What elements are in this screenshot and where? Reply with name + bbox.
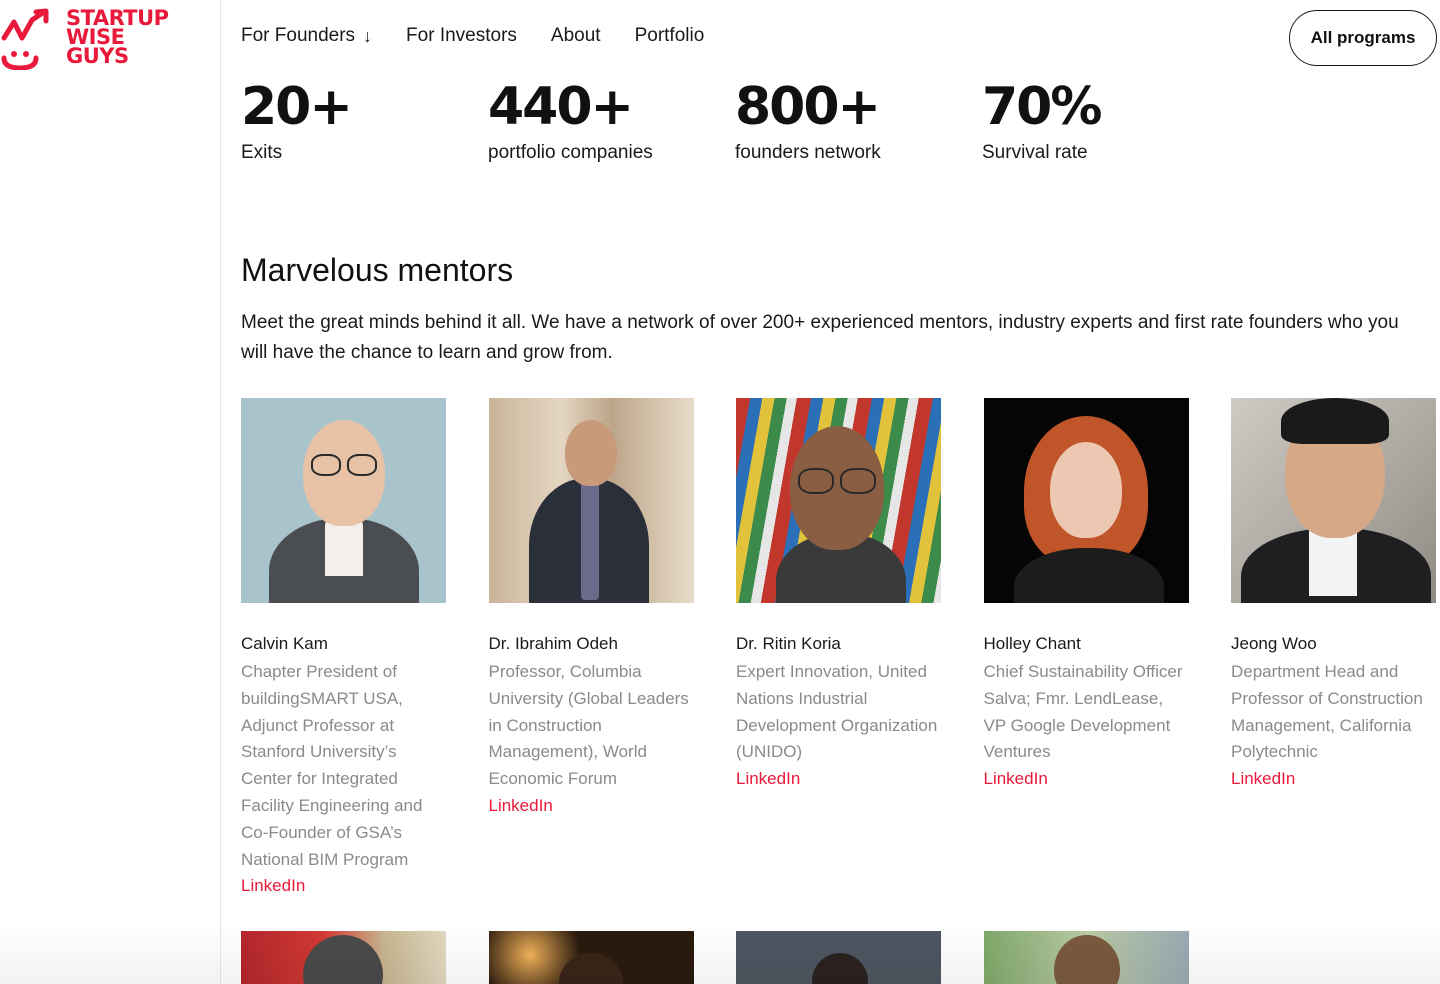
- mentor-grid: Calvin Kam Chapter President of building…: [241, 398, 1436, 900]
- linkedin-link[interactable]: LinkedIn: [241, 873, 446, 900]
- stat-value: 800+: [735, 77, 881, 137]
- stat-label: founders network: [735, 142, 881, 163]
- startup-wise-guys-logo[interactable]: STARTUP WISE GUYS: [0, 8, 169, 70]
- stat-portfolio: 440+ portfolio companies: [488, 78, 735, 164]
- stat-survival: 70% Survival rate: [982, 78, 1229, 164]
- stat-exits: 20+ Exits: [241, 78, 488, 164]
- mentor-photo: [488, 931, 694, 984]
- nav-portfolio[interactable]: Portfolio: [635, 25, 705, 47]
- mentor-photo: [736, 931, 941, 984]
- stat-founders: 800+ founders network: [735, 78, 982, 164]
- nav-for-founders[interactable]: For Founders ↓: [241, 25, 372, 47]
- sidebar: STARTUP WISE GUYS: [0, 0, 221, 984]
- mentors-description: Meet the great minds behind it all. We h…: [241, 312, 1399, 363]
- mentors-heading: Marvelous mentors: [241, 252, 514, 288]
- linkedin-link[interactable]: LinkedIn: [984, 766, 1189, 793]
- mentor-photo: [1231, 398, 1436, 603]
- stat-value: 70%: [982, 77, 1102, 137]
- mentor-role: Expert Innovation, United Nations Indust…: [736, 662, 938, 762]
- logo-mark-icon: [1, 8, 49, 70]
- mentor-photo: [983, 398, 1189, 603]
- mentor-photo: [241, 398, 446, 603]
- nav-for-investors[interactable]: For Investors: [406, 25, 517, 47]
- linkedin-link[interactable]: LinkedIn: [489, 793, 694, 820]
- stats-section: 20+ Exits 440+ portfolio companies 800+ …: [241, 78, 1229, 164]
- stat-label: Exits: [241, 142, 283, 163]
- main-nav: For Founders ↓ For Investors About Portf…: [241, 25, 738, 47]
- mentor-name: Jeong Woo: [1231, 634, 1317, 653]
- mentor-card: Calvin Kam Chapter President of building…: [241, 398, 446, 900]
- nav-about[interactable]: About: [551, 25, 601, 47]
- mentor-card: Dr. Ibrahim Odeh Professor, Columbia Uni…: [488, 398, 694, 900]
- mentor-name: Calvin Kam: [241, 634, 328, 653]
- mentor-card: Holley Chant Chief Sustainability Office…: [983, 398, 1189, 900]
- mentor-photo: [241, 931, 446, 984]
- mentor-role: Chapter President of buildingSMART USA, …: [241, 662, 423, 869]
- mentor-photo: [736, 398, 941, 603]
- linkedin-link[interactable]: LinkedIn: [736, 766, 941, 793]
- mentor-role: Department Head and Professor of Constru…: [1231, 662, 1423, 762]
- stat-value: 440+: [488, 77, 634, 137]
- mentor-card: Jeong Woo Department Head and Professor …: [1231, 398, 1436, 900]
- mentor-role: Chief Sustainability Officer Salva; Fmr.…: [983, 662, 1183, 762]
- all-programs-button[interactable]: All programs: [1289, 10, 1437, 66]
- arrow-down-icon: ↓: [363, 25, 373, 46]
- mentor-grid-next-row: [241, 931, 1231, 984]
- mentor-role: Professor, Columbia University (Global L…: [488, 662, 689, 789]
- mentor-photo: [983, 931, 1189, 984]
- stat-value: 20+: [241, 77, 353, 137]
- stat-label: portfolio companies: [488, 142, 653, 163]
- linkedin-link[interactable]: LinkedIn: [1231, 766, 1436, 793]
- mentor-name: Holley Chant: [983, 634, 1081, 653]
- mentor-name: Dr. Ibrahim Odeh: [488, 634, 618, 653]
- mentor-card: Dr. Ritin Koria Expert Innovation, Unite…: [736, 398, 941, 900]
- mentor-photo: [488, 398, 694, 603]
- mentor-name: Dr. Ritin Koria: [736, 634, 841, 653]
- logo-wordmark: STARTUP WISE GUYS: [66, 6, 169, 68]
- stat-label: Survival rate: [982, 142, 1088, 163]
